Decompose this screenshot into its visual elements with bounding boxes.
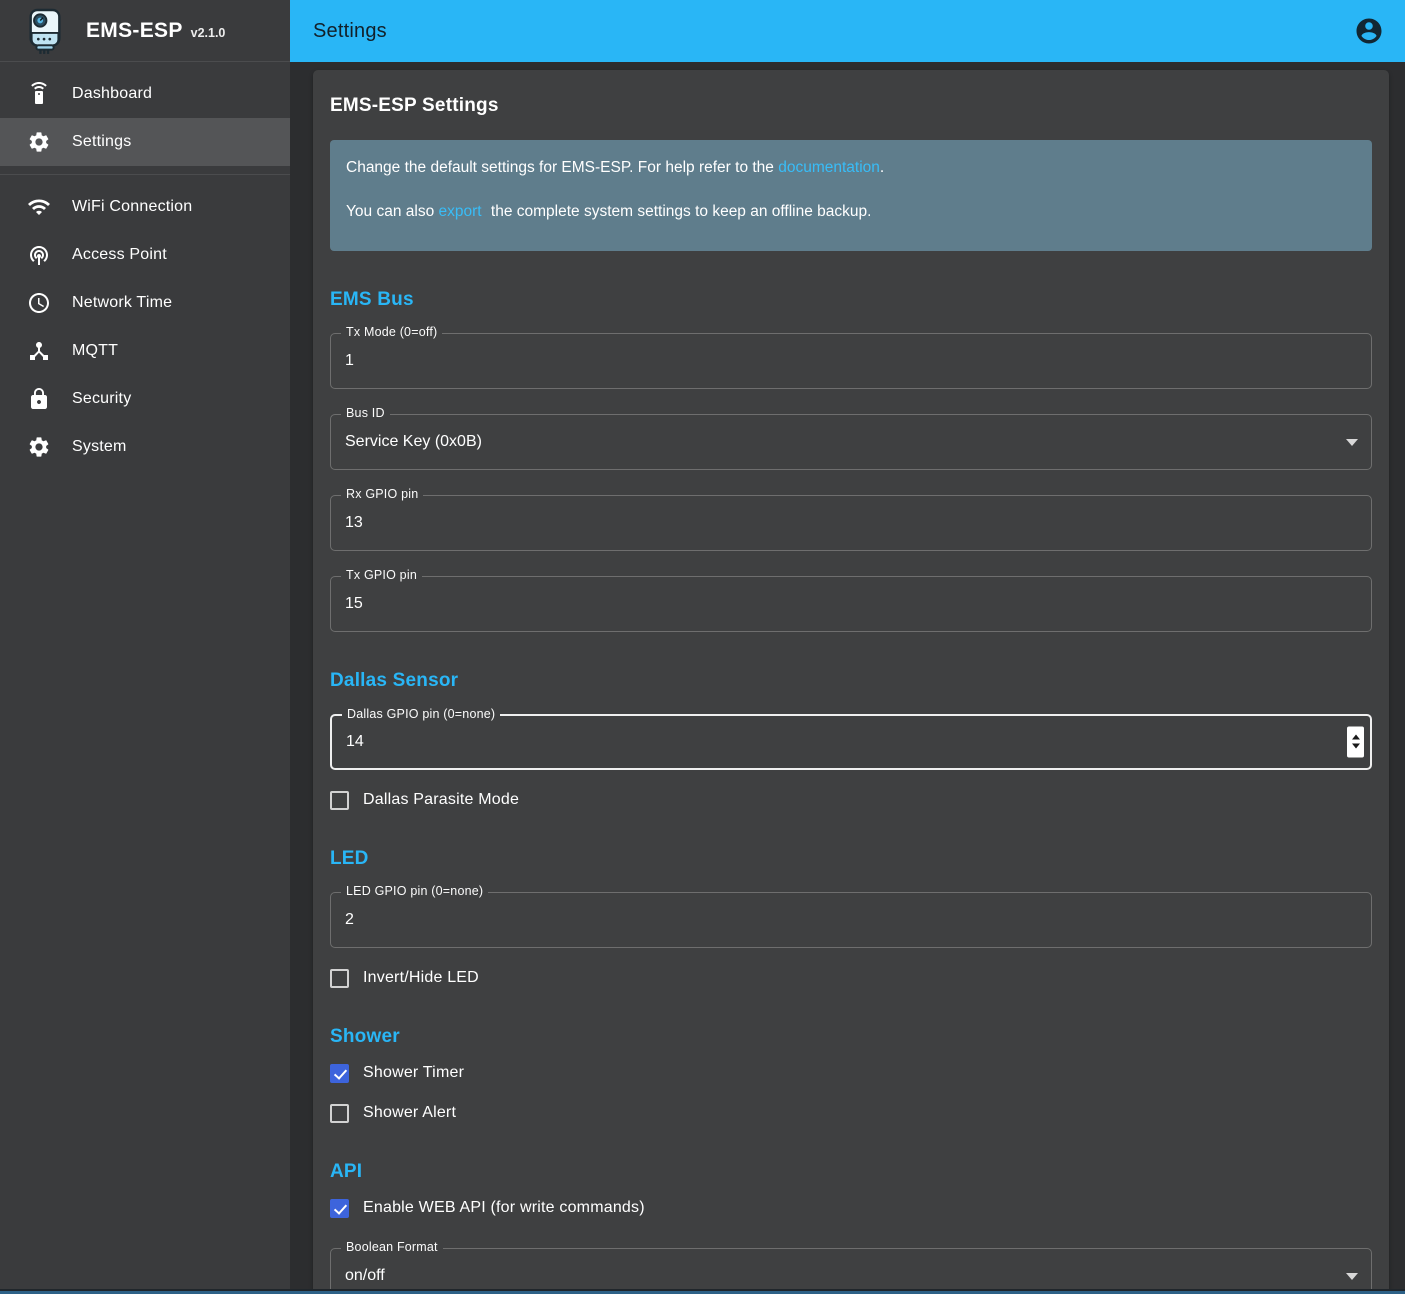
dallas-gpio-label: Dallas GPIO pin (0=none) bbox=[342, 707, 500, 721]
enable-web-api-checkbox[interactable]: Enable WEB API (for write commands) bbox=[330, 1199, 1372, 1218]
wifi-icon bbox=[27, 195, 51, 219]
sidebar-item-label: System bbox=[72, 438, 127, 456]
tx-mode-input[interactable] bbox=[331, 334, 1371, 388]
gear-icon bbox=[27, 130, 51, 154]
sidebar-item-label: WiFi Connection bbox=[72, 198, 192, 216]
remote-icon bbox=[27, 82, 51, 106]
shower-alert-checkbox[interactable]: Shower Alert bbox=[330, 1104, 1372, 1123]
rx-gpio-input[interactable] bbox=[331, 496, 1371, 550]
section-heading-ems-bus: EMS Bus bbox=[330, 289, 1372, 311]
led-gpio-input[interactable] bbox=[331, 893, 1371, 947]
settings-card: EMS-ESP Settings Change the default sett… bbox=[313, 70, 1389, 1294]
sidebar: EMS-ESP v2.1.0 Dashboard Settings WiFi C… bbox=[0, 0, 290, 1294]
sidebar-item-access-point[interactable]: Access Point bbox=[0, 231, 290, 279]
clock-icon bbox=[27, 291, 51, 315]
app-version: v2.1.0 bbox=[191, 21, 226, 40]
sidebar-item-label: Access Point bbox=[72, 246, 167, 264]
app-brand: EMS-ESP v2.1.0 bbox=[0, 0, 290, 62]
chevron-down-icon bbox=[1346, 1273, 1358, 1280]
app-name: EMS-ESP bbox=[86, 19, 183, 43]
checkbox-icon[interactable] bbox=[330, 1104, 349, 1123]
documentation-link[interactable]: documentation bbox=[778, 159, 880, 176]
section-heading-api: API bbox=[330, 1161, 1372, 1183]
section-heading-led: LED bbox=[330, 848, 1372, 870]
sidebar-item-label: Network Time bbox=[72, 294, 172, 312]
rx-gpio-label: Rx GPIO pin bbox=[341, 487, 423, 501]
bottom-divider bbox=[0, 1289, 1405, 1294]
boolean-format-value: on/off bbox=[345, 1267, 385, 1285]
stepper-up-icon[interactable] bbox=[1352, 735, 1360, 740]
sidebar-item-label: Dashboard bbox=[72, 85, 152, 103]
section-heading-dallas-sensor: Dallas Sensor bbox=[330, 670, 1372, 692]
page-title: Settings bbox=[313, 20, 387, 43]
checkbox-label: Dallas Parasite Mode bbox=[363, 791, 519, 809]
boiler-logo-icon bbox=[24, 7, 66, 55]
bus-id-select[interactable]: Bus ID Service Key (0x0B) bbox=[330, 414, 1372, 470]
device-hub-icon bbox=[27, 339, 51, 363]
gear-icon bbox=[27, 435, 51, 459]
info-line-2: You can also export the complete system … bbox=[346, 202, 1356, 223]
tx-gpio-label: Tx GPIO pin bbox=[341, 568, 422, 582]
checkbox-label: Enable WEB API (for write commands) bbox=[363, 1199, 645, 1217]
section-heading-shower: Shower bbox=[330, 1026, 1372, 1048]
checkbox-label: Invert/Hide LED bbox=[363, 969, 479, 987]
tx-mode-field: Tx Mode (0=off) bbox=[330, 333, 1372, 389]
main-content: EMS-ESP Settings Change the default sett… bbox=[290, 62, 1405, 1294]
sidebar-item-label: Security bbox=[72, 390, 131, 408]
dallas-gpio-field: Dallas GPIO pin (0=none) bbox=[330, 714, 1372, 770]
sidebar-item-security[interactable]: Security bbox=[0, 375, 290, 423]
rx-gpio-field: Rx GPIO pin bbox=[330, 495, 1372, 551]
led-gpio-label: LED GPIO pin (0=none) bbox=[341, 884, 488, 898]
checkbox-label: Shower Timer bbox=[363, 1064, 464, 1082]
invert-led-checkbox[interactable]: Invert/Hide LED bbox=[330, 969, 1372, 988]
tx-gpio-input[interactable] bbox=[331, 577, 1371, 631]
chevron-down-icon bbox=[1346, 439, 1358, 446]
tx-gpio-field: Tx GPIO pin bbox=[330, 576, 1372, 632]
sidebar-item-system[interactable]: System bbox=[0, 423, 290, 471]
sidebar-item-label: MQTT bbox=[72, 342, 118, 360]
bus-id-label: Bus ID bbox=[341, 406, 390, 420]
number-stepper[interactable] bbox=[1347, 726, 1364, 757]
export-link[interactable]: export bbox=[439, 203, 482, 220]
boolean-format-select[interactable]: Boolean Format on/off bbox=[330, 1248, 1372, 1294]
checkbox-icon[interactable] bbox=[330, 1064, 349, 1083]
wifi-tethering-icon bbox=[27, 243, 51, 267]
checkbox-icon[interactable] bbox=[330, 969, 349, 988]
info-line-1: Change the default settings for EMS-ESP.… bbox=[346, 158, 1356, 179]
checkbox-icon[interactable] bbox=[330, 791, 349, 810]
sidebar-item-settings[interactable]: Settings bbox=[0, 118, 290, 166]
sidebar-item-wifi-connection[interactable]: WiFi Connection bbox=[0, 183, 290, 231]
lock-icon bbox=[27, 387, 51, 411]
sidebar-item-mqtt[interactable]: MQTT bbox=[0, 327, 290, 375]
bus-id-value: Service Key (0x0B) bbox=[345, 433, 482, 451]
shower-timer-checkbox[interactable]: Shower Timer bbox=[330, 1064, 1372, 1083]
sidebar-item-label: Settings bbox=[72, 133, 131, 151]
app-bar: Settings bbox=[290, 0, 1405, 62]
led-gpio-field: LED GPIO pin (0=none) bbox=[330, 892, 1372, 948]
checkbox-label: Shower Alert bbox=[363, 1104, 456, 1122]
sidebar-item-dashboard[interactable]: Dashboard bbox=[0, 70, 290, 118]
boolean-format-label: Boolean Format bbox=[341, 1240, 443, 1254]
tx-mode-label: Tx Mode (0=off) bbox=[341, 325, 442, 339]
dallas-parasite-checkbox[interactable]: Dallas Parasite Mode bbox=[330, 791, 1372, 810]
dallas-gpio-input[interactable] bbox=[332, 716, 1370, 768]
checkbox-icon[interactable] bbox=[330, 1199, 349, 1218]
card-title: EMS-ESP Settings bbox=[330, 95, 1372, 117]
account-circle-icon[interactable] bbox=[1354, 16, 1384, 46]
sidebar-item-network-time[interactable]: Network Time bbox=[0, 279, 290, 327]
info-box: Change the default settings for EMS-ESP.… bbox=[330, 140, 1372, 251]
stepper-down-icon[interactable] bbox=[1352, 744, 1360, 749]
